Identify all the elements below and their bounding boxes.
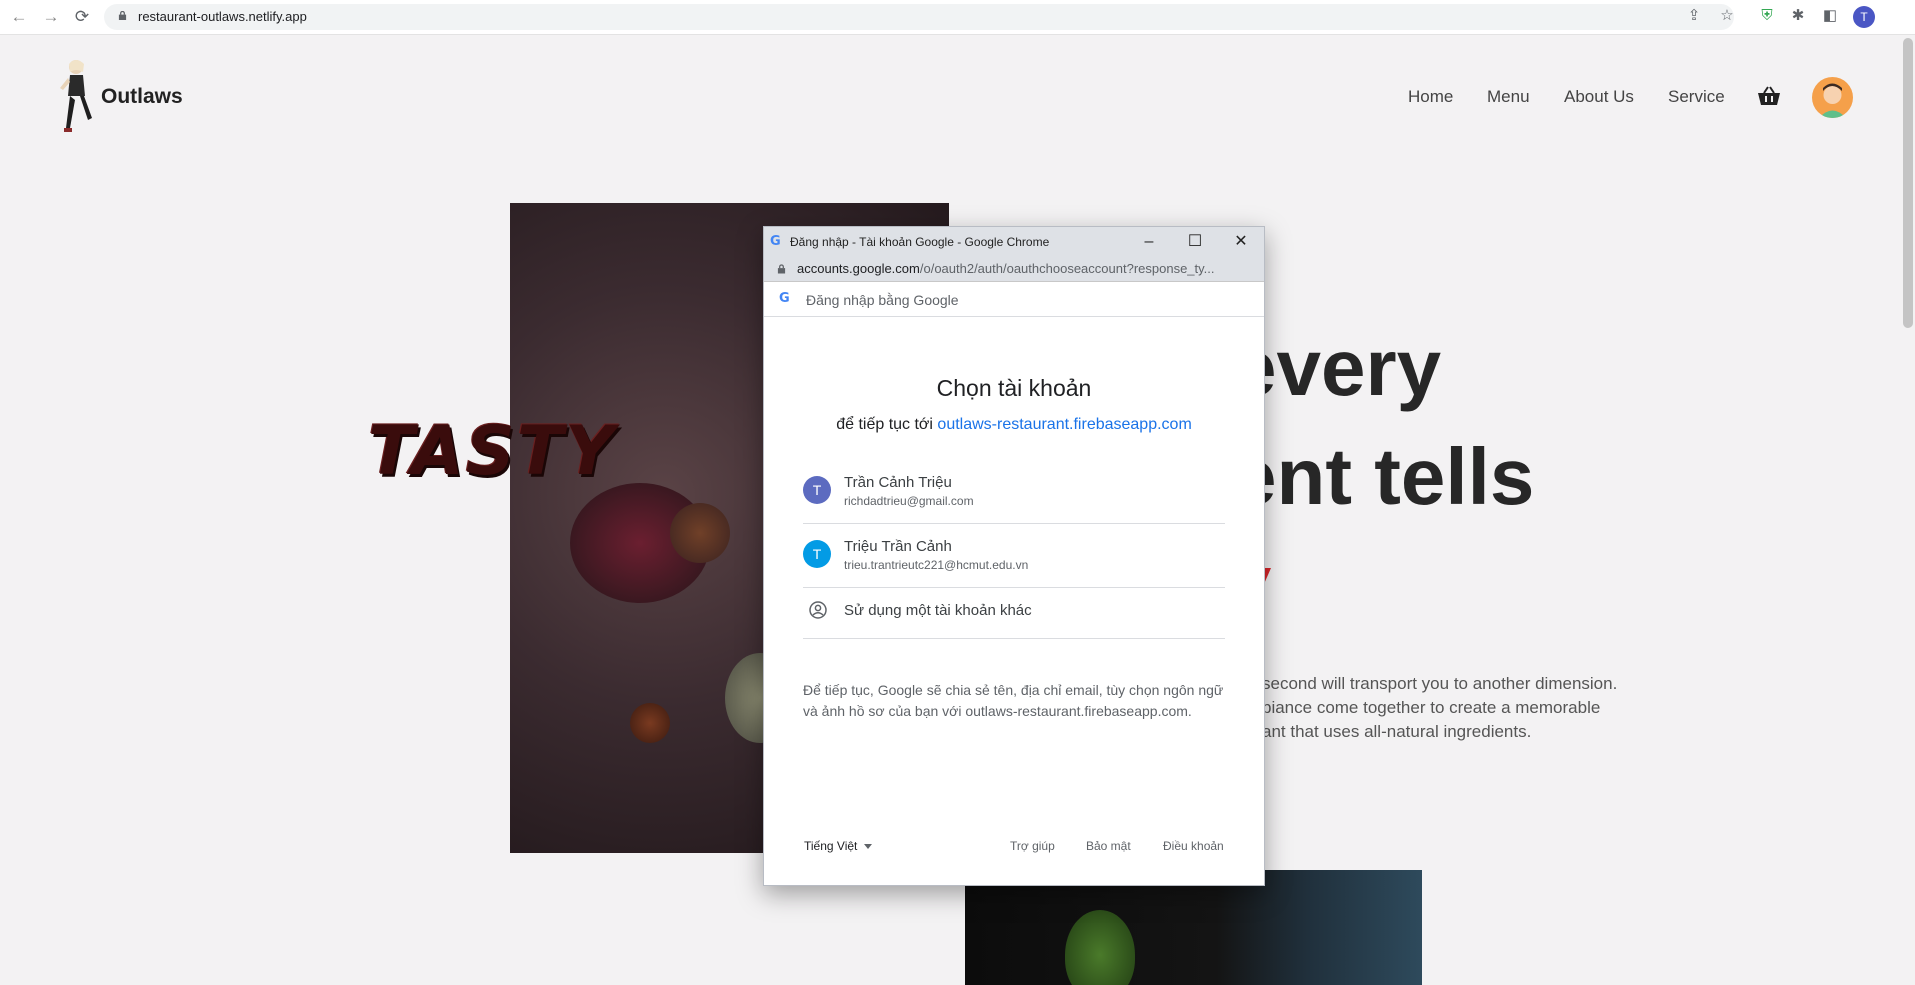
sharing-disclaimer: Để tiếp tục, Google sẽ chia sẻ tên, địa … <box>803 682 1224 719</box>
close-icon[interactable]: ✕ <box>1230 231 1252 253</box>
nav-service[interactable]: Service <box>1668 87 1725 107</box>
forward-icon[interactable]: → <box>40 6 62 28</box>
star-icon[interactable]: ☆ <box>1717 6 1737 26</box>
side-panel-icon[interactable]: ◧ <box>1820 6 1840 26</box>
hero-paragraph-line-3: ant that uses all-natural ingredients. <box>1262 722 1532 741</box>
popup-url-path: /o/oauth2/auth/oauthchooseaccount?respon… <box>919 261 1215 276</box>
use-another-account-item[interactable]: Sử dụng một tài khoản khác <box>803 587 1225 639</box>
signin-with-google-label: Đăng nhập bằng Google <box>806 292 959 308</box>
account-avatar: T <box>803 476 831 504</box>
google-g-icon: G <box>770 234 781 249</box>
lock-icon <box>118 11 127 20</box>
hero-paragraph-line-1: second will transport you to another dim… <box>1262 674 1618 693</box>
share-icon[interactable]: ⇪ <box>1684 6 1704 26</box>
lock-icon <box>777 264 786 274</box>
hero-paragraph-line-2: biance come together to create a memorab… <box>1262 698 1601 717</box>
account-name: Triệu Trần Cảnh <box>844 538 952 555</box>
tasty-title: TASTY <box>368 412 617 491</box>
basket-icon[interactable] <box>1757 86 1781 106</box>
nav-about-us[interactable]: About Us <box>1564 87 1634 107</box>
nav-home[interactable]: Home <box>1408 87 1453 107</box>
back-icon[interactable]: ← <box>8 6 30 28</box>
google-g-icon: G <box>779 291 790 306</box>
popup-titlebar: G Đăng nhập - Tài khoản Google - Google … <box>764 227 1264 257</box>
account-item[interactable]: T Trần Cảnh Triệu richdadtrieu@gmail.com <box>803 460 1225 524</box>
popup-address-bar[interactable]: accounts.google.com/o/oauth2/auth/oauthc… <box>764 257 1264 282</box>
logo-figure-icon <box>60 60 92 132</box>
headline-line-2: ent tells <box>1232 432 1535 521</box>
person-circle-icon <box>809 601 827 619</box>
bottom-food-image <box>965 870 1422 985</box>
use-another-account-label: Sử dụng một tài khoản khác <box>844 602 1032 619</box>
address-url: restaurant-outlaws.netlify.app <box>138 9 307 24</box>
account-name: Trần Cảnh Triệu <box>844 474 952 491</box>
language-selector[interactable]: Tiếng Việt <box>804 839 873 853</box>
subtitle-prefix: để tiếp tục tới <box>836 416 938 433</box>
language-label: Tiếng Việt <box>804 839 858 853</box>
choose-account-subtitle: để tiếp tục tới outlaws-restaurant.fireb… <box>764 416 1264 434</box>
user-avatar-icon <box>1819 83 1846 118</box>
page-scrollbar[interactable] <box>1903 38 1913 328</box>
google-signin-header: G Đăng nhập bằng Google <box>764 282 1264 317</box>
terms-link[interactable]: Điều khoản <box>1163 839 1224 853</box>
help-link[interactable]: Trợ giúp <box>1010 839 1055 853</box>
account-item[interactable]: T Triệu Trần Cảnh trieu.trantrieutc221@h… <box>803 524 1225 588</box>
maximize-icon[interactable]: ☐ <box>1184 231 1206 253</box>
google-signin-popup: G Đăng nhập - Tài khoản Google - Google … <box>763 226 1265 886</box>
account-email: richdadtrieu@gmail.com <box>844 494 974 508</box>
brand-name[interactable]: Outlaws <box>101 85 183 109</box>
nav-menu[interactable]: Menu <box>1487 87 1530 107</box>
user-avatar[interactable] <box>1812 77 1853 118</box>
popup-window-title: Đăng nhập - Tài khoản Google - Google Ch… <box>790 235 1050 249</box>
address-bar[interactable]: restaurant-outlaws.netlify.app <box>104 4 1734 30</box>
account-avatar: T <box>803 540 831 568</box>
minimize-icon[interactable]: – <box>1138 231 1160 253</box>
shield-extension-icon[interactable]: ⛨ <box>1757 6 1777 26</box>
choose-account-title: Chọn tài khoản <box>936 375 1092 401</box>
profile-avatar[interactable]: T <box>1853 6 1875 28</box>
reload-icon[interactable]: ⟳ <box>71 6 93 28</box>
account-email: trieu.trantrieutc221@hcmut.edu.vn <box>844 558 1029 572</box>
popup-url: accounts.google.com/o/oauth2/auth/oauthc… <box>797 261 1215 276</box>
app-domain-link[interactable]: outlaws-restaurant.firebaseapp.com <box>937 416 1191 433</box>
caret-down-icon <box>864 844 873 850</box>
popup-url-host: accounts.google.com <box>797 261 920 276</box>
browser-toolbar: ← → ⟳ restaurant-outlaws.netlify.app ⇪ ☆… <box>0 0 1915 35</box>
privacy-link[interactable]: Bảo mật <box>1086 839 1131 853</box>
extensions-puzzle-icon[interactable]: ✱ <box>1788 6 1808 26</box>
